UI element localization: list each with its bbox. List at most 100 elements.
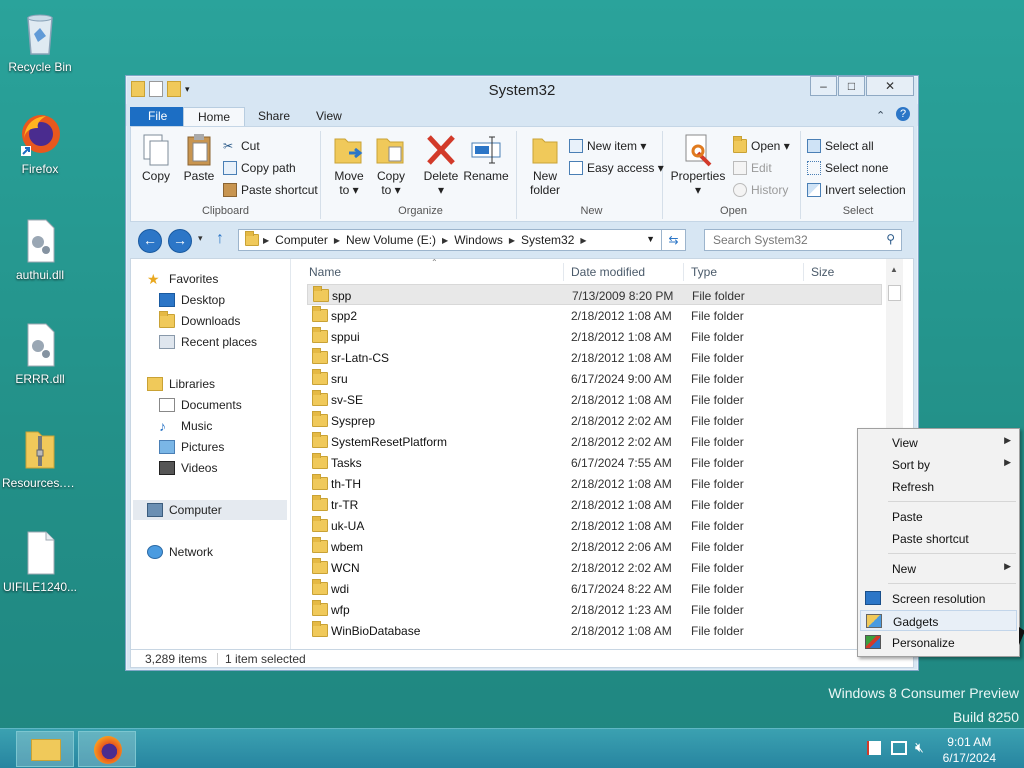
new-folder-button[interactable]: New folder (525, 133, 565, 197)
menu-item-paste[interactable]: Paste (860, 506, 1017, 527)
recent-locations-chevron-icon[interactable]: ▾ (198, 233, 203, 244)
table-row[interactable]: sru 6/17/2024 9:00 AM File folder (307, 368, 882, 389)
minimize-button[interactable]: ‒ (810, 76, 837, 96)
table-row[interactable]: wfp 2/18/2012 1:23 AM File folder (307, 599, 882, 620)
nav-documents[interactable]: Documents (159, 395, 242, 415)
column-header-date-modified[interactable]: Date modified (571, 265, 645, 279)
move-to-button[interactable]: Move to ▾ (329, 133, 369, 197)
table-row[interactable]: wbem 2/18/2012 2:06 AM File folder (307, 536, 882, 557)
properties-button[interactable]: Properties ▾ (669, 133, 727, 197)
column-header-type[interactable]: Type (691, 265, 717, 279)
desktop-icon-recycle-bin[interactable]: Recycle Bin (2, 8, 78, 74)
search-icon[interactable]: ⚲ (886, 232, 895, 246)
clock[interactable]: 9:01 AM 6/17/2024 (943, 734, 996, 766)
tab-home[interactable]: Home (183, 107, 246, 127)
table-row[interactable]: Tasks 6/17/2024 7:55 AM File folder (307, 452, 882, 473)
menu-item-gadgets[interactable]: Gadgets (860, 610, 1017, 631)
new-item-button[interactable]: New item ▾ (569, 139, 646, 153)
delete-button[interactable]: Delete ▾ (421, 133, 461, 197)
breadcrumb-computer[interactable]: Computer (275, 233, 328, 247)
nav-favorites[interactable]: ★ Favorites (147, 269, 218, 289)
copy-button[interactable]: Copy (139, 133, 173, 183)
table-row[interactable]: WCN 2/18/2012 2:02 AM File folder (307, 557, 882, 578)
search-input[interactable]: Search System32 ⚲ (704, 229, 902, 251)
column-header-size[interactable]: Size (811, 265, 834, 279)
paste-shortcut-button[interactable]: Paste shortcut (223, 183, 318, 197)
select-all-button[interactable]: Select all (807, 139, 874, 153)
breadcrumb-separator-icon[interactable]: ▶ (334, 236, 340, 245)
nav-recent-places[interactable]: Recent places (159, 332, 257, 352)
nav-music[interactable]: ♪ Music (159, 416, 212, 436)
history-button[interactable]: History (733, 183, 788, 197)
copy-to-button[interactable]: Copy to ▾ (371, 133, 411, 197)
menu-item-sort-by[interactable]: Sort by ▶ (860, 454, 1017, 475)
close-button[interactable]: ✕ (866, 76, 914, 96)
menu-item-paste-shortcut[interactable]: Paste shortcut (860, 528, 1017, 549)
address-dropdown-icon[interactable]: ▼ (646, 234, 655, 244)
paste-button[interactable]: Paste (181, 133, 217, 183)
volume-muted-icon[interactable]: 🔇︎ (915, 739, 924, 756)
back-button[interactable]: ← (138, 229, 162, 253)
desktop-icon-resources-zip[interactable]: Resources.zip (2, 424, 78, 490)
open-button[interactable]: Open ▾ (733, 136, 790, 153)
nav-computer[interactable]: Computer (133, 500, 287, 520)
table-row[interactable]: spp2 2/18/2012 1:08 AM File folder (307, 305, 882, 326)
tab-file[interactable]: File (130, 107, 186, 127)
table-row[interactable]: SystemResetPlatform 2/18/2012 2:02 AM File… (307, 431, 882, 452)
network-tray-icon[interactable] (891, 741, 907, 755)
nav-network[interactable]: Network (147, 542, 213, 562)
invert-selection-button[interactable]: Invert selection (807, 183, 906, 197)
desktop-icon-uifile[interactable]: UIFILE1240... (2, 528, 78, 594)
breadcrumb-separator-icon[interactable]: ▶ (263, 236, 269, 245)
select-none-button[interactable]: Select none (807, 161, 888, 175)
up-button[interactable]: ↑ (216, 230, 224, 248)
nav-pictures[interactable]: Pictures (159, 437, 224, 457)
edit-button[interactable]: Edit (733, 161, 772, 175)
menu-item-view[interactable]: View ▶ (860, 432, 1017, 453)
tab-share[interactable]: Share (244, 107, 304, 127)
breadcrumb-windows[interactable]: Windows (454, 233, 503, 247)
desktop-icon-firefox[interactable]: Firefox (2, 110, 78, 176)
menu-item-new[interactable]: New ▶ (860, 558, 1017, 579)
forward-button[interactable]: → (168, 229, 192, 253)
easy-access-button[interactable]: Easy access ▾ (569, 161, 664, 175)
table-row[interactable]: sr-Latn-CS 2/18/2012 1:08 AM File folder (307, 347, 882, 368)
table-row[interactable]: uk-UA 2/18/2012 1:08 AM File folder (307, 515, 882, 536)
taskbar-firefox[interactable] (78, 731, 136, 767)
nav-libraries[interactable]: Libraries (147, 374, 215, 394)
scroll-up-icon[interactable]: ▲ (890, 265, 898, 274)
scrollbar-thumb[interactable] (888, 285, 901, 301)
table-row[interactable]: wdi 6/17/2024 8:22 AM File folder (307, 578, 882, 599)
title-bar[interactable]: ▾ System32 ‒ □ ✕ (126, 76, 918, 104)
table-row[interactable]: sv-SE 2/18/2012 1:08 AM File folder (307, 389, 882, 410)
taskbar-file-explorer[interactable] (16, 731, 74, 767)
menu-item-screen-resolution[interactable]: Screen resolution (860, 588, 1017, 609)
table-row[interactable]: sppui 2/18/2012 1:08 AM File folder (307, 326, 882, 347)
nav-videos[interactable]: Videos (159, 458, 217, 478)
tab-view[interactable]: View (302, 107, 356, 127)
refresh-button[interactable]: ⇆ (662, 229, 686, 251)
breadcrumb-separator-icon[interactable]: ▶ (442, 236, 448, 245)
table-row[interactable]: th-TH 2/18/2012 1:08 AM File folder (307, 473, 882, 494)
nav-downloads[interactable]: Downloads (159, 311, 240, 331)
table-row[interactable]: WinBioDatabase 2/18/2012 1:08 AM File fold… (307, 620, 882, 641)
desktop-icon-authui[interactable]: authui.dll (2, 216, 78, 282)
breadcrumb-system32[interactable]: System32 (521, 233, 574, 247)
address-bar[interactable]: ▶ Computer ▶ New Volume (E:) ▶ Windows ▶… (238, 229, 662, 251)
minimize-ribbon-icon[interactable]: ⌃ (876, 109, 885, 122)
table-row[interactable]: tr-TR 2/18/2012 1:08 AM File folder (307, 494, 882, 515)
help-icon[interactable]: ? (896, 107, 910, 121)
cut-button[interactable]: ✂ Cut (223, 139, 260, 153)
breadcrumb-separator-icon[interactable]: ▶ (580, 236, 586, 245)
action-center-flag-icon[interactable] (867, 741, 881, 755)
nav-desktop[interactable]: Desktop (159, 290, 225, 310)
breadcrumb-separator-icon[interactable]: ▶ (509, 236, 515, 245)
rename-button[interactable]: Rename (463, 133, 509, 183)
copy-path-button[interactable]: Copy path (223, 161, 296, 175)
maximize-button[interactable]: □ (838, 76, 865, 96)
table-row[interactable]: spp 7/13/2009 8:20 PM File folder (307, 284, 882, 305)
menu-item-personalize[interactable]: Personalize (860, 632, 1017, 653)
menu-item-refresh[interactable]: Refresh (860, 476, 1017, 497)
desktop-icon-errr[interactable]: ERRR.dll (2, 320, 78, 386)
table-row[interactable]: Sysprep 2/18/2012 2:02 AM File folder (307, 410, 882, 431)
